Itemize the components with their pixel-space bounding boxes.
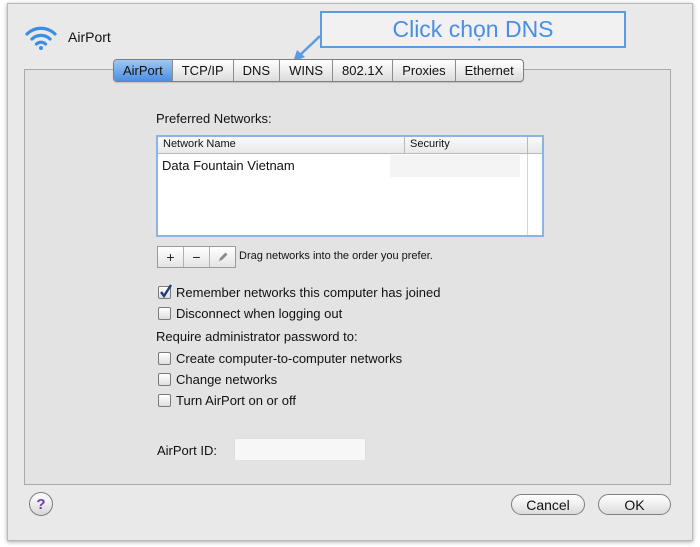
airport-id-label: AirPort ID: [157, 443, 217, 458]
disconnect-logout-label[interactable]: Disconnect when logging out [176, 306, 342, 321]
remove-network-button[interactable]: − [183, 247, 209, 267]
disconnect-logout-checkbox[interactable] [158, 307, 171, 320]
tab-ethernet[interactable]: Ethernet [454, 60, 523, 81]
remember-networks-label[interactable]: Remember networks this computer has join… [176, 285, 440, 300]
help-icon: ? [36, 495, 46, 513]
edit-network-button[interactable] [209, 247, 235, 267]
tab-dns[interactable]: DNS [232, 60, 279, 81]
drag-hint: Drag networks into the order you prefer. [239, 250, 433, 262]
tab-wins[interactable]: WINS [279, 60, 332, 81]
remember-networks-checkbox[interactable] [158, 284, 173, 299]
help-button[interactable]: ? [29, 492, 53, 516]
column-network-name[interactable]: Network Name [163, 138, 236, 150]
add-network-button[interactable]: + [158, 247, 183, 267]
create-c2c-label[interactable]: Create computer-to-computer networks [176, 351, 402, 366]
turn-airport-label[interactable]: Turn AirPort on or off [176, 393, 296, 408]
cancel-button[interactable]: Cancel [511, 494, 585, 515]
airport-wifi-icon [25, 26, 57, 50]
require-admin-label: Require administrator password to: [156, 329, 358, 344]
table-header: Network Name Security [158, 137, 542, 154]
table-row[interactable]: Data Fountain Vietnam [162, 158, 295, 173]
column-divider [404, 137, 405, 153]
window-title: AirPort [68, 29, 111, 45]
change-networks-label[interactable]: Change networks [176, 372, 277, 387]
column-divider [527, 137, 528, 153]
annotation-callout: Click chọn DNS [320, 11, 626, 48]
preferred-networks-table[interactable]: Network Name Security Data Fountain Viet… [156, 135, 544, 237]
callout-text: Click chọn DNS [392, 16, 554, 42]
change-networks-checkbox[interactable] [158, 373, 171, 386]
tab-8021x[interactable]: 802.1X [332, 60, 392, 81]
tab-bar: AirPort TCP/IP DNS WINS 802.1X Proxies E… [113, 59, 524, 82]
settings-panel [24, 69, 671, 485]
turn-airport-checkbox[interactable] [158, 394, 171, 407]
window-title-row: AirPort [24, 22, 111, 52]
tab-tcpip[interactable]: TCP/IP [171, 60, 233, 81]
airport-id-field [234, 438, 366, 461]
tab-airport[interactable]: AirPort [114, 60, 172, 81]
pencil-icon [218, 252, 227, 261]
table-scrollbar[interactable] [527, 154, 542, 235]
ok-button[interactable]: OK [598, 494, 671, 515]
tab-proxies[interactable]: Proxies [392, 60, 454, 81]
column-security[interactable]: Security [410, 138, 450, 150]
table-row-security-cell [390, 155, 520, 177]
network-list-controls: + − [157, 246, 236, 268]
checkmark-icon [160, 284, 173, 299]
preferred-networks-label: Preferred Networks: [156, 111, 272, 126]
create-c2c-checkbox[interactable] [158, 352, 171, 365]
